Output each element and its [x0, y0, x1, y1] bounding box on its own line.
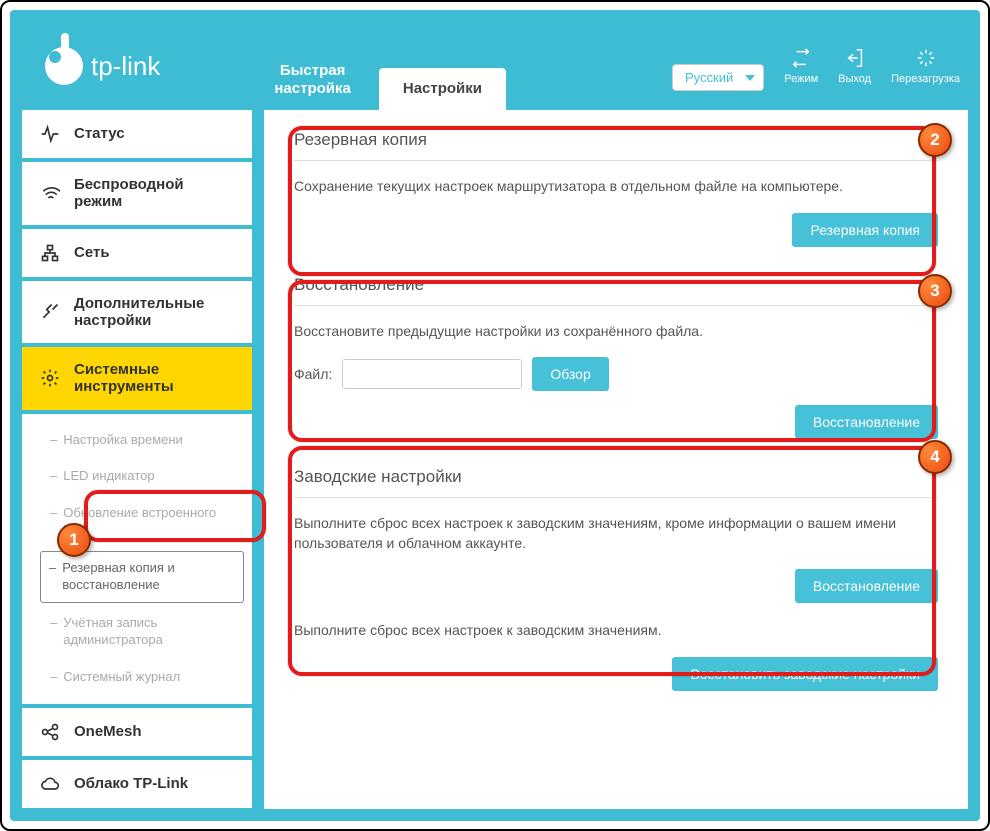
restore-button[interactable]: Восстановление — [795, 405, 938, 439]
content-area: Резервная копия Сохранение текущих настр… — [264, 110, 968, 809]
status-icon — [40, 124, 60, 144]
panel-title: Заводские настройки — [294, 467, 938, 498]
sidebar-label: Статус — [74, 125, 125, 142]
sidebar-label: Дополнительные настройки — [74, 295, 234, 330]
sidebar-label: Беспроводной режим — [74, 176, 234, 211]
mode-icon — [790, 47, 812, 69]
onemesh-icon — [40, 722, 60, 742]
sidebar-item-advanced[interactable]: Дополнительные настройки — [22, 281, 252, 344]
logout-icon — [844, 47, 866, 69]
sidebar-item-system[interactable]: Системные инструменты — [22, 347, 252, 410]
sidebar-label: Сеть — [74, 244, 110, 261]
network-icon — [40, 243, 60, 263]
backup-button[interactable]: Резервная копия — [792, 213, 938, 247]
file-input[interactable] — [342, 359, 522, 389]
sidebar-item-wireless[interactable]: Беспроводной режим — [22, 162, 252, 225]
logout-button[interactable]: Выход — [838, 47, 871, 85]
tab-quick-setup[interactable]: Быстрая настройка — [250, 50, 375, 110]
reboot-button[interactable]: Перезагрузка — [891, 47, 960, 85]
panel-restore: Восстановление Восстановите предыдущие н… — [294, 275, 938, 440]
panel-text: Выполните сброс всех настроек к заводски… — [294, 514, 938, 553]
subnav-led[interactable]: –LED индикатор — [22, 458, 252, 495]
annotation-badge: 1 — [57, 523, 91, 557]
sidebar-label: OneMesh — [74, 723, 142, 740]
panel-backup: Резервная копия Сохранение текущих настр… — [294, 130, 938, 247]
annotation-badge: 2 — [918, 123, 952, 157]
reboot-label: Перезагрузка — [891, 73, 960, 85]
file-label: Файл: — [294, 366, 332, 382]
subnav-admin[interactable]: –Учётная запись администратора — [22, 605, 252, 659]
cloud-icon — [40, 774, 60, 794]
annotation-badge: 4 — [918, 440, 952, 474]
sidebar-item-network[interactable]: Сеть — [22, 229, 252, 277]
brand-logo: tp-link — [45, 47, 160, 85]
sidebar-item-cloud[interactable]: Облако TP-Link — [22, 760, 252, 808]
sidebar-label: Системные инструменты — [74, 361, 234, 396]
sidebar: Статус Беспроводной режим Сеть Дополните… — [22, 110, 252, 809]
system-icon — [40, 368, 60, 388]
panel-text: Выполните сброс всех настроек к заводски… — [294, 621, 938, 641]
logout-label: Выход — [838, 73, 871, 85]
factory-restore-button[interactable]: Восстановление — [795, 569, 938, 603]
panel-factory: Заводские настройки Выполните сброс всех… — [294, 467, 938, 691]
brand-text: tp-link — [91, 51, 160, 82]
sidebar-item-status[interactable]: Статус — [22, 110, 252, 158]
subnav-backup-restore[interactable]: –Резервная копия и восстановление — [40, 551, 244, 603]
reboot-icon — [915, 47, 937, 69]
sidebar-label: Облако TP-Link — [74, 775, 188, 792]
logo-icon — [45, 47, 83, 85]
language-select[interactable]: Русский — [672, 64, 764, 91]
panel-text: Восстановите предыдущие настройки из сох… — [294, 322, 938, 342]
sidebar-item-onemesh[interactable]: OneMesh — [22, 708, 252, 756]
subnav-syslog[interactable]: –Системный журнал — [22, 659, 252, 696]
language-value: Русский — [685, 70, 733, 85]
tab-settings[interactable]: Настройки — [379, 68, 506, 110]
mode-label: Режим — [784, 73, 818, 85]
wireless-icon — [40, 183, 60, 203]
advanced-icon — [40, 302, 60, 322]
subnav-time[interactable]: –Настройка времени — [22, 422, 252, 459]
factory-reset-button[interactable]: Восстановить заводские настройки — [672, 657, 938, 691]
browse-button[interactable]: Обзор — [532, 357, 608, 391]
panel-title: Резервная копия — [294, 130, 938, 161]
panel-title: Восстановление — [294, 275, 938, 306]
mode-button[interactable]: Режим — [784, 47, 818, 85]
panel-text: Сохранение текущих настроек маршрутизато… — [294, 177, 938, 197]
annotation-badge: 3 — [918, 274, 952, 308]
